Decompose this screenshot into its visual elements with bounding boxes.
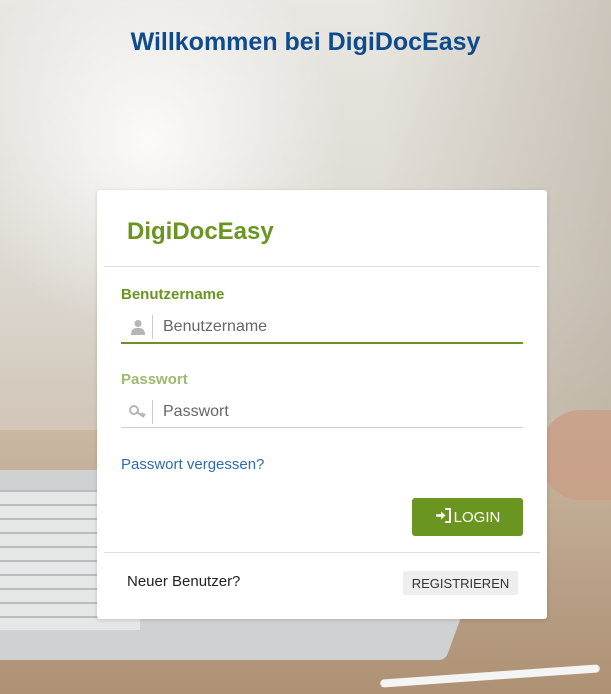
password-label: Passwort: [121, 371, 188, 388]
new-user-text: Neuer Benutzer?: [127, 573, 241, 590]
login-button[interactable]: LOGIN: [412, 498, 523, 536]
login-icon: [435, 507, 452, 527]
page-title: Willkommen bei DigiDocEasy: [130, 28, 481, 56]
register-button[interactable]: REGISTRIEREN: [403, 571, 518, 595]
login-button-label: LOGIN: [453, 508, 501, 526]
username-input[interactable]: [163, 314, 513, 340]
input-separator: [152, 315, 153, 339]
login-card: DigiDocEasy Benutzername Passwort Passwo…: [97, 190, 547, 619]
password-input[interactable]: [163, 399, 513, 425]
username-label: Benutzername: [121, 286, 225, 303]
username-field-container: [121, 312, 523, 344]
forgot-password-link[interactable]: Passwort vergessen?: [121, 456, 264, 473]
key-icon: [129, 403, 147, 421]
card-footer-divider: [104, 552, 540, 553]
password-field-container: [121, 397, 523, 428]
card-divider: [104, 266, 540, 267]
input-separator: [152, 400, 153, 424]
user-icon: [129, 318, 147, 336]
brand-title: DigiDocEasy: [127, 218, 274, 245]
